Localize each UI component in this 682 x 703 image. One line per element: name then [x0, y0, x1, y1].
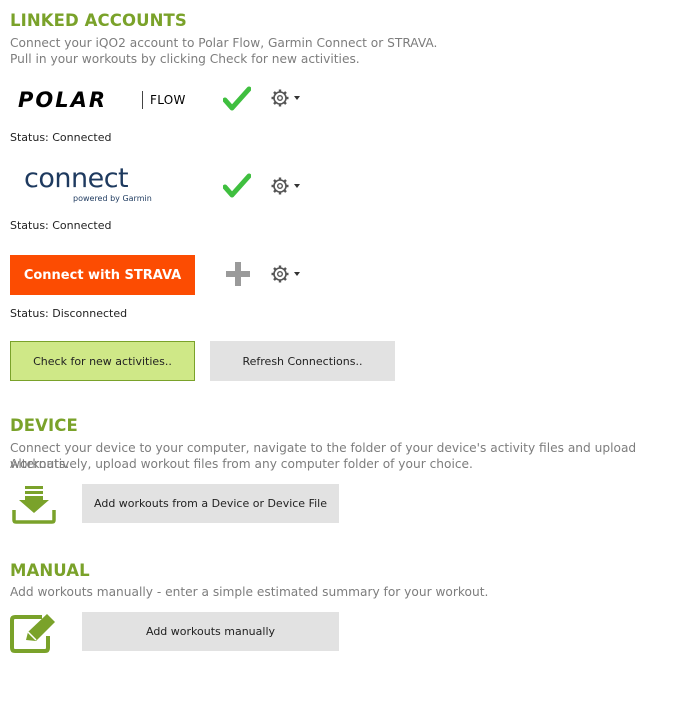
manual-heading: MANUAL	[10, 561, 90, 580]
chevron-down-icon	[294, 96, 300, 100]
linked-accounts-desc-2: Pull in your workouts by clicking Check …	[10, 52, 360, 66]
polar-flow-logo: POLAR FLOW	[18, 85, 198, 115]
strava-status: Status: Disconnected	[10, 307, 128, 320]
polar-flow-label: FLOW	[150, 93, 186, 107]
garmin-connect-logo: connect powered by Garmin	[18, 163, 164, 209]
download-tray-icon	[12, 486, 56, 524]
checkmark-icon	[223, 173, 251, 198]
polar-settings-dropdown[interactable]	[270, 88, 302, 108]
gear-icon	[271, 89, 289, 107]
add-manually-button[interactable]: Add workouts manually	[82, 612, 339, 651]
manual-desc: Add workouts manually - enter a simple e…	[10, 585, 489, 599]
connect-with-strava-button[interactable]: Connect with STRAVA	[10, 255, 195, 295]
checkmark-icon	[223, 86, 251, 111]
garmin-logo-sub: powered by Garmin	[73, 194, 152, 203]
plus-icon[interactable]	[226, 262, 250, 286]
linked-accounts-desc-1: Connect your iQO2 account to Polar Flow,…	[10, 36, 438, 50]
edit-pencil-icon	[10, 614, 55, 653]
garmin-status: Status: Connected	[10, 219, 112, 232]
refresh-connections-button[interactable]: Refresh Connections..	[210, 341, 395, 381]
chevron-down-icon	[294, 184, 300, 188]
chevron-down-icon	[294, 272, 300, 276]
strava-button-label: Connect with STRAVA	[23, 267, 182, 283]
garmin-logo-text: connect	[24, 163, 129, 194]
device-heading: DEVICE	[10, 416, 78, 435]
garmin-settings-dropdown[interactable]	[270, 176, 302, 196]
check-new-activities-button[interactable]: Check for new activities..	[10, 341, 195, 381]
gear-icon	[271, 265, 289, 283]
gear-icon	[271, 177, 289, 195]
linked-accounts-heading: LINKED ACCOUNTS	[10, 11, 187, 30]
logo-divider	[142, 91, 143, 109]
add-from-device-button[interactable]: Add workouts from a Device or Device Fil…	[82, 484, 339, 523]
polar-status: Status: Connected	[10, 131, 112, 144]
polar-logo-text: POLAR	[18, 88, 108, 112]
strava-settings-dropdown[interactable]	[270, 264, 302, 284]
device-desc-2: Alternatively, upload workout files from…	[10, 457, 473, 471]
